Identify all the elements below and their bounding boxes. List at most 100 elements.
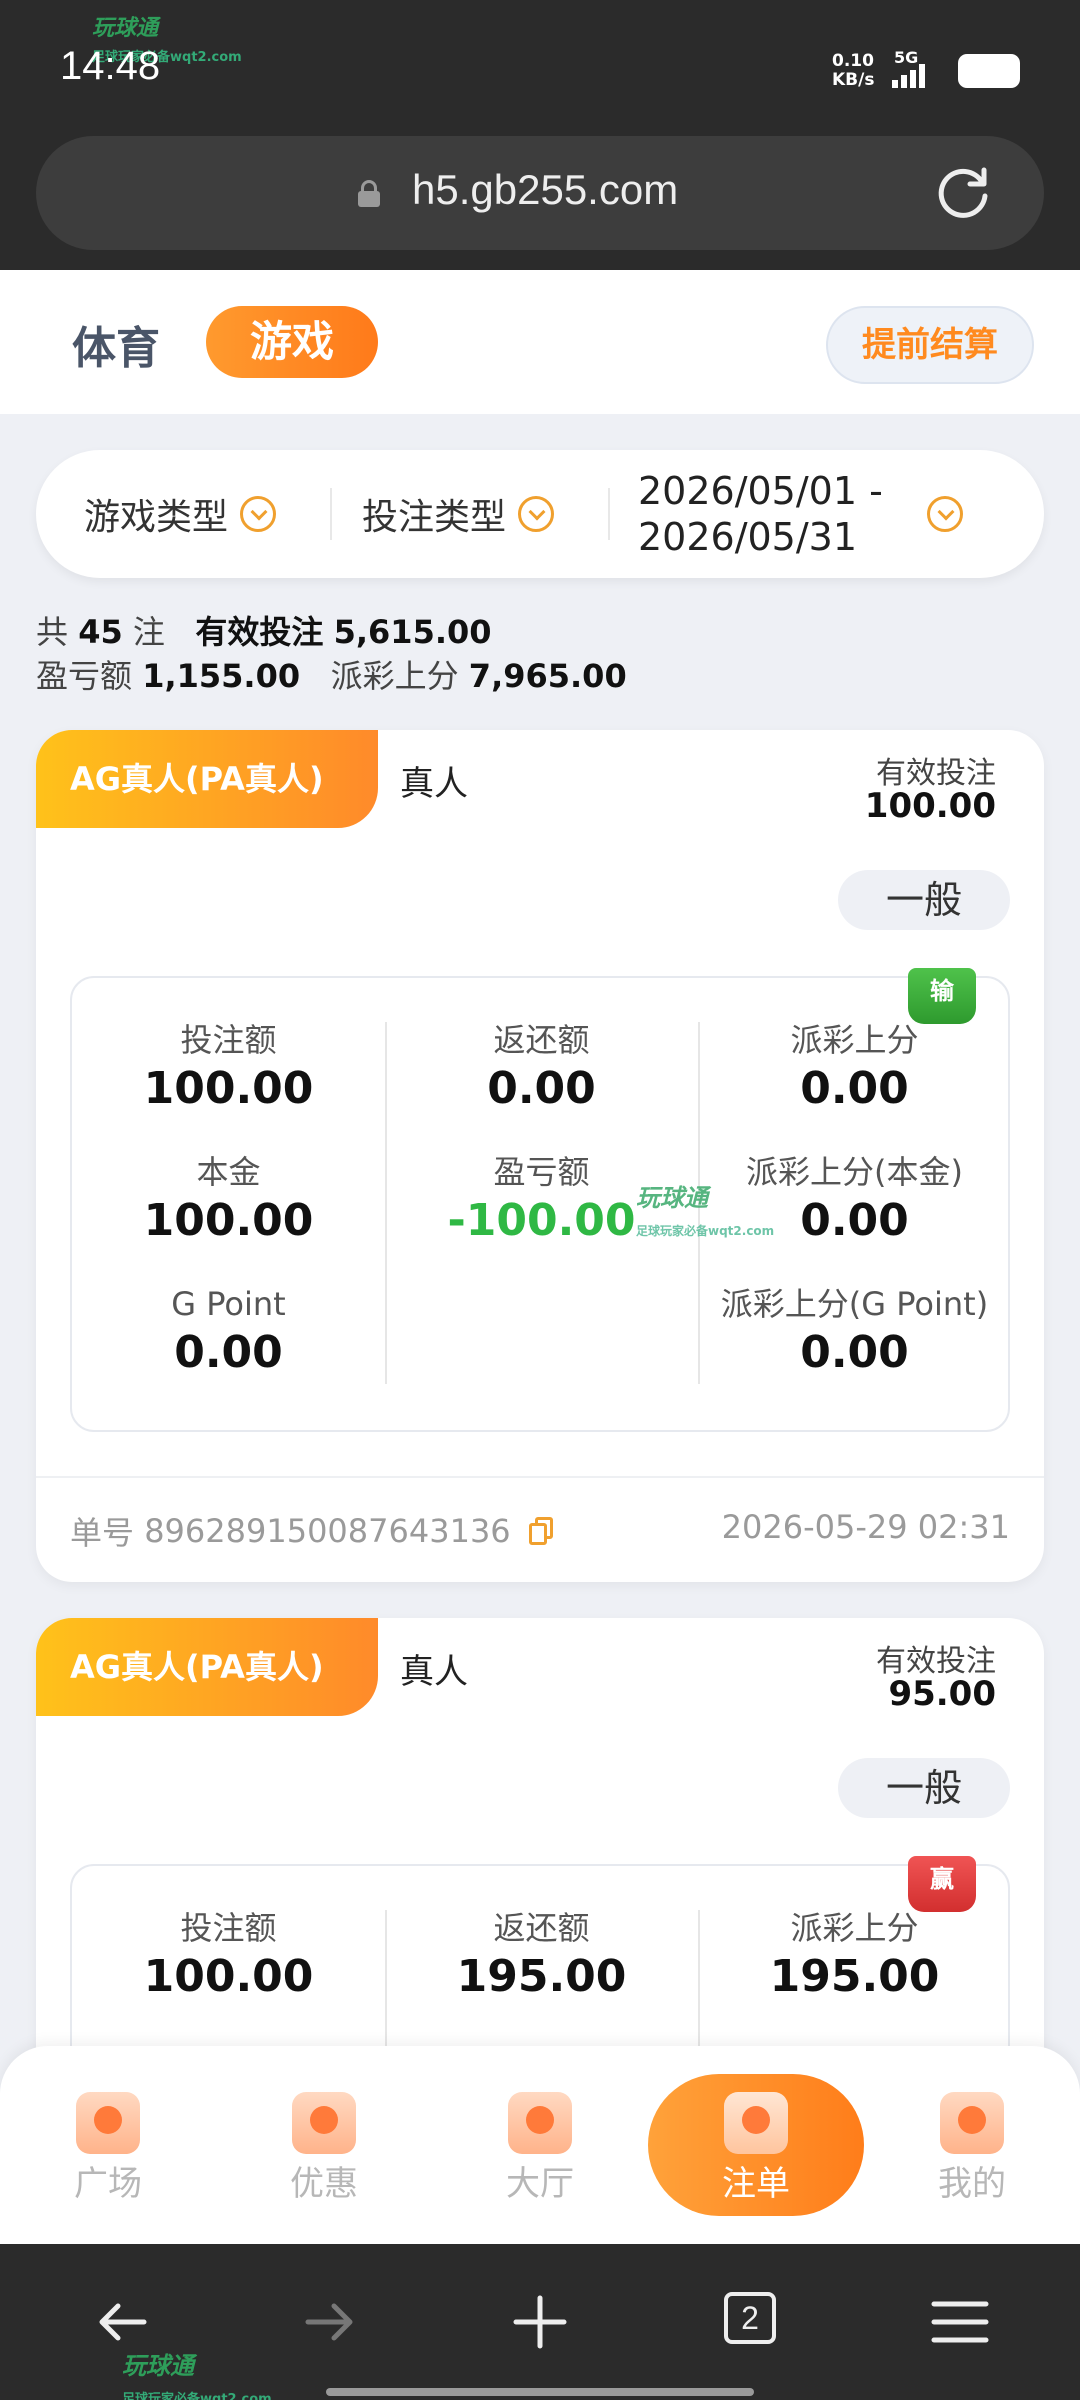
payout-label: 派彩上分 [790,1909,919,1947]
date-start: 2026/05/01 - [638,469,883,513]
new-tab-plus-icon[interactable] [510,2292,570,2352]
summary-pnl-label: 盈亏额 [36,657,133,695]
signal-icon: 5G [892,48,948,88]
chevron-down-icon [926,496,963,532]
url-text[interactable]: h5.gb255.com [412,166,678,214]
lock-icon [358,180,380,207]
bet-card[interactable]: AG真人(PA真人) 真人 有效投注 100.00 一般 输 投注额 100.0… [36,730,1044,1582]
platform-tag: AG真人(PA真人) [36,1618,378,1716]
browser-toolbar: h5.gb255.com [0,120,1080,270]
nav-label: 广场 [74,2164,142,2204]
bet-card[interactable]: AG真人(PA真人) 真人 有效投注 95.00 一般 赢 投注额 100.00… [36,1618,1044,2118]
tab-sports[interactable]: 体育 [72,312,160,376]
order-number: 单号 896289150087643136 [70,1508,555,1554]
valid-bet-value: 95.00 [888,1674,996,1714]
network-speed: 0.10 KB/s [832,52,874,90]
nav-item-promo[interactable]: 优惠 [216,2046,432,2244]
bet-summary: 共 45 注 有效投注 5,615.00 盈亏额 1,155.00 派彩上分 7… [36,610,627,698]
watermark-subtext: 足球玩家必备wqt2.com [636,1224,775,1238]
payout-g-point-cell: 派彩上分(G Point) 0.00 [698,1284,1011,1382]
bet-type-label: 投注类型 [362,497,507,538]
payout-cell: 派彩上分 195.00 [698,1908,1011,2006]
g-point-label: G Point [171,1285,286,1323]
summary-valid-label: 有效投注 [195,613,324,651]
status-time: 14:48 [60,44,161,88]
filter-divider [330,488,332,540]
status-bar: 玩球通 足球玩家必备wqt2.com 14:48 0.10 KB/s 5G [0,0,1080,120]
filter-divider [608,488,610,540]
menu-icon[interactable] [930,2292,990,2352]
grade-pill: 一般 [838,870,1010,930]
order-time: 2026-05-29 02:31 [721,1508,1010,1546]
summary-valid-value: 5,615.00 [333,613,492,651]
nav-label: 优惠 [290,2164,358,2204]
refund-value: 0.00 [487,1063,596,1114]
bet-amount-cell: 投注额 100.00 [72,1020,385,1118]
summary-total-prefix: 共 [36,613,69,651]
bet-amount-value: 100.00 [143,1063,314,1114]
payout-value: 195.00 [769,1951,940,2002]
chevron-down-icon [240,496,277,532]
nav-item-bets[interactable]: 注单 [648,2046,864,2244]
nav-item-profile[interactable]: 我的 [864,2046,1080,2244]
date-range: 2026/05/01 - 2026/05/31 [638,468,883,560]
payout-g-point-value: 0.00 [800,1327,909,1378]
battery-icon [958,54,1020,88]
page-header: 体育 游戏 提前结算 [0,270,1080,414]
date-end: 2026/05/31 [638,515,858,559]
early-settle-button[interactable]: 提前结算 [826,306,1034,384]
nav-label: 我的 [938,2164,1006,2204]
nav-label: 注单 [722,2164,790,2204]
tab-count-icon[interactable]: 2 [724,2292,776,2344]
refund-cell: 返还额 0.00 [385,1020,698,1118]
summary-total-suffix: 注 [132,613,165,651]
order-number-label: 单号 [70,1514,135,1552]
nav-item-lobby[interactable]: 大厅 [432,2046,648,2244]
summary-payout-label: 派彩上分 [330,657,459,695]
tab-games[interactable]: 游戏 [206,306,378,378]
result-badge-lose: 输 [908,968,976,1024]
back-arrow-icon[interactable] [92,2292,152,2352]
forward-arrow-icon[interactable] [300,2292,360,2352]
platform-tag: AG真人(PA真人) [36,730,378,828]
bet-amount-value: 100.00 [143,1951,314,2002]
grade-pill: 一般 [838,1758,1010,1818]
principal-label: 本金 [196,1153,261,1191]
summary-payout-value: 7,965.00 [468,657,627,695]
watermark-text: 玩球通 [122,2352,194,2380]
result-badge-win: 赢 [908,1856,976,1912]
valid-bet-value: 100.00 [864,786,996,826]
g-point-cell: G Point 0.00 [72,1284,385,1382]
game-type-label: 游戏类型 [84,497,229,538]
watermark-logo: 玩球通 足球玩家必备wqt2.com [636,1178,774,1241]
watermark-subtext: 足球玩家必备wqt2.com [122,2392,272,2400]
address-bar[interactable]: h5.gb255.com [36,136,1044,250]
bet-amount-label: 投注额 [180,1021,277,1059]
date-range-filter[interactable]: 2026/05/01 - 2026/05/31 [638,450,963,578]
plaza-icon [76,2092,140,2154]
network-speed-unit: KB/s [832,70,875,90]
bet-amount-cell: 投注额 100.00 [72,1908,385,2006]
filter-bar: 游戏类型 投注类型 2026/05/01 - 2026/05/31 [36,450,1044,578]
bet-detail-box: 输 投注额 100.00 返还额 0.00 派彩上分 0.00 本金 100.0… [70,968,1011,1432]
refund-label: 返还额 [493,1909,590,1947]
bet-card-footer: 单号 896289150087643136 2026-05-29 02:31 [36,1476,1044,1580]
payout-g-point-label: 派彩上分(G Point) [720,1285,989,1323]
summary-total-count: 45 [78,613,123,651]
nav-item-plaza[interactable]: 广场 [0,2046,216,2244]
payout-value: 0.00 [800,1063,909,1114]
reload-icon[interactable] [932,162,994,224]
payout-cell: 派彩上分 0.00 [698,1020,1011,1118]
profile-icon [940,2092,1004,2154]
summary-pnl-value: 1,155.00 [142,657,301,695]
refund-label: 返还额 [493,1021,590,1059]
game-type-filter[interactable]: 游戏类型 [84,450,277,578]
app-bottom-nav: 广场 优惠 大厅 注单 我的 [0,2046,1080,2244]
payout-label: 派彩上分 [790,1021,919,1059]
nav-label: 大厅 [506,2164,574,2204]
promo-heart-icon [292,2092,356,2154]
network-speed-value: 0.10 [832,51,874,71]
bet-type-filter[interactable]: 投注类型 [362,450,555,578]
home-indicator[interactable] [326,2388,754,2396]
copy-icon[interactable] [528,1517,555,1545]
